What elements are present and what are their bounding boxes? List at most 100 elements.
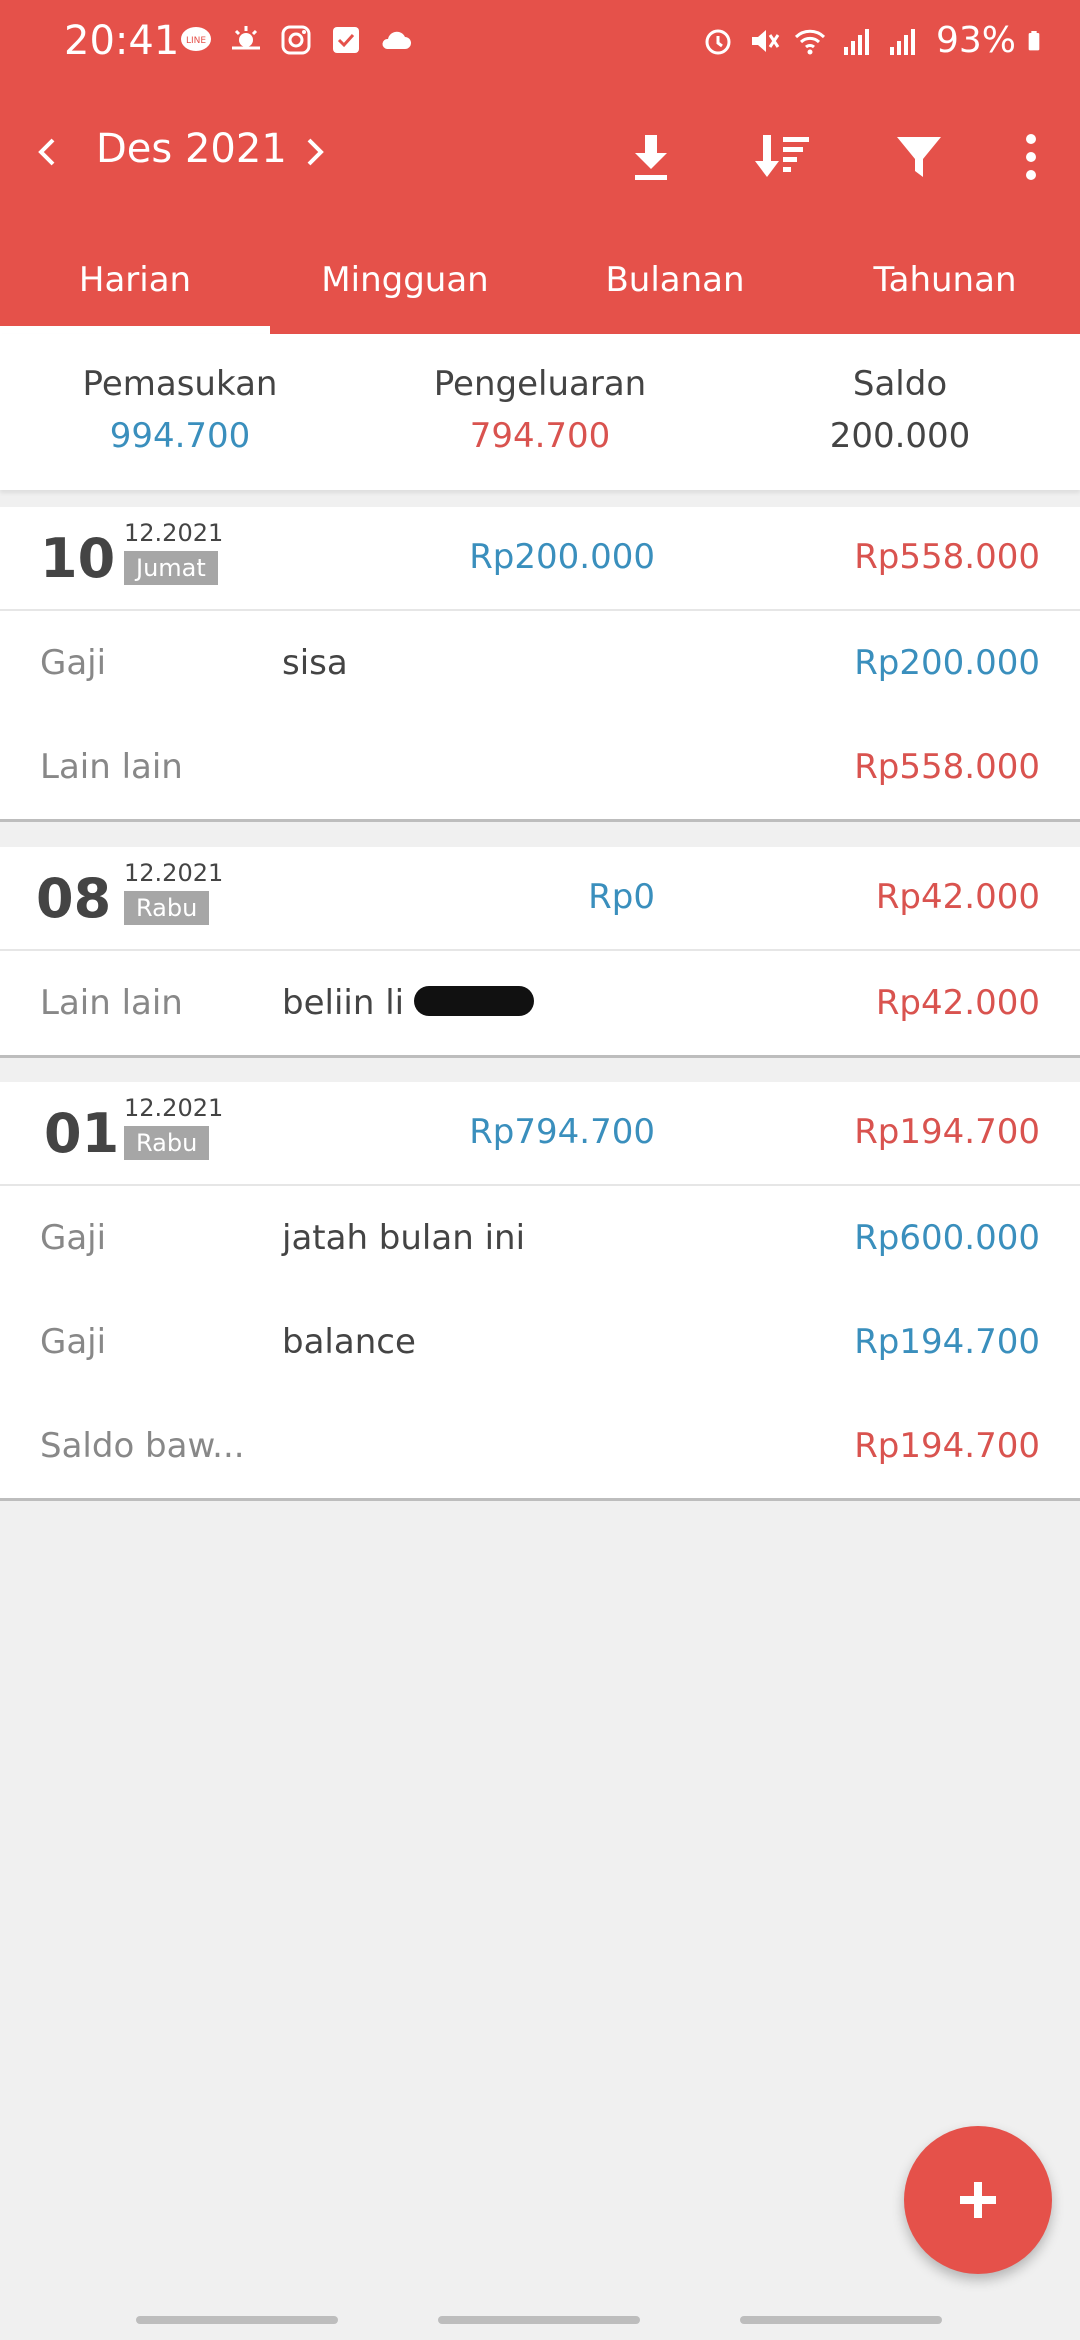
filter-icon xyxy=(897,137,941,177)
download-icon xyxy=(635,135,667,180)
app-bar: Des 2021 xyxy=(0,100,1080,210)
svg-text:LINE: LINE xyxy=(186,36,206,46)
tab-weekly[interactable]: Mingguan xyxy=(270,240,540,334)
day-income: Rp200.000 xyxy=(469,537,655,577)
alarm-icon xyxy=(705,29,731,54)
day-weekday-badge: Jumat xyxy=(124,551,218,585)
transaction-row[interactable]: Gaji jatah bulan ini Rp600.000 xyxy=(0,1186,1080,1290)
transaction-amount: Rp42.000 xyxy=(875,983,1040,1023)
mute-icon xyxy=(751,29,780,52)
day-meta: 12.2021 Rabu xyxy=(124,859,223,925)
sort-icon xyxy=(755,135,809,177)
tab-daily[interactable]: Harian xyxy=(0,240,270,334)
add-transaction-button[interactable] xyxy=(904,2126,1052,2274)
cloud-icon xyxy=(382,31,411,49)
check-icon xyxy=(333,27,359,53)
transaction-note: jatah bulan ini xyxy=(282,1218,526,1258)
transaction-category: Gaji xyxy=(40,1322,107,1362)
transaction-note-text: beliin li xyxy=(282,983,405,1023)
app-header: 20:41 LINE 93% Des 2021 Harian Mingguan … xyxy=(0,0,1080,334)
day-expense: Rp558.000 xyxy=(854,537,1040,577)
day-number: 10 xyxy=(40,527,116,590)
transaction-row[interactable]: Gaji sisa Rp200.000 xyxy=(0,611,1080,715)
line-icon: LINE xyxy=(181,27,211,51)
period-tabs: Harian Mingguan Bulanan Tahunan xyxy=(0,240,1080,334)
expense-total: 794.700 xyxy=(469,416,611,456)
transaction-row[interactable]: Lain lain beliin li Rp42.000 xyxy=(0,951,1080,1055)
notification-icons: LINE xyxy=(178,22,414,58)
day-meta: 12.2021 Rabu xyxy=(124,1094,223,1160)
day-meta: 12.2021 Jumat xyxy=(124,519,223,585)
balance-label: Saldo xyxy=(852,364,948,404)
day-weekday-badge: Rabu xyxy=(124,891,210,925)
signal-icon xyxy=(843,28,869,55)
previous-month-button[interactable] xyxy=(18,122,78,182)
transaction-amount: Rp558.000 xyxy=(854,747,1040,787)
status-time: 20:41 xyxy=(64,18,180,64)
day-month-year: 12.2021 xyxy=(124,519,224,547)
day-expense: Rp42.000 xyxy=(875,877,1040,917)
transaction-note: balance xyxy=(282,1322,416,1362)
transaction-amount: Rp194.700 xyxy=(854,1322,1040,1362)
nav-back-handle[interactable] xyxy=(740,2316,942,2324)
redaction-mark xyxy=(414,985,535,1016)
weather-icon xyxy=(232,26,260,50)
transaction-note: beliin li xyxy=(282,983,535,1023)
summary-bar: Pemasukan 994.700 Pengeluaran 794.700 Sa… xyxy=(0,334,1080,490)
system-icons: 93% xyxy=(700,20,1050,61)
plus-icon xyxy=(960,2182,996,2218)
transaction-amount: Rp200.000 xyxy=(854,643,1040,683)
expense-label: Pengeluaran xyxy=(433,364,647,404)
transaction-row[interactable]: Saldo baw... Rp194.700 xyxy=(0,1394,1080,1498)
expense-summary: Pengeluaran 794.700 xyxy=(360,334,720,490)
day-number: 01 xyxy=(44,1102,120,1165)
status-bar: 20:41 LINE 93% xyxy=(0,0,1080,84)
transaction-category: Gaji xyxy=(40,1218,107,1258)
transaction-amount: Rp600.000 xyxy=(854,1218,1040,1258)
signal-icon xyxy=(889,28,915,55)
day-group: 08 12.2021 Rabu Rp0 Rp42.000 Lain lain b… xyxy=(0,847,1080,1058)
transaction-category: Saldo baw... xyxy=(40,1426,245,1466)
sort-button[interactable] xyxy=(748,122,818,192)
transaction-category: Lain lain xyxy=(40,983,183,1023)
battery-icon xyxy=(1028,30,1040,50)
instagram-icon xyxy=(281,25,311,55)
day-month-year: 12.2021 xyxy=(124,859,224,887)
download-button[interactable] xyxy=(616,122,686,192)
filter-button[interactable] xyxy=(884,122,954,192)
wifi-icon xyxy=(794,29,826,54)
day-number: 08 xyxy=(36,867,112,930)
nav-home-handle[interactable] xyxy=(438,2316,640,2324)
balance-summary: Saldo 200.000 xyxy=(720,334,1080,490)
income-summary: Pemasukan 994.700 xyxy=(0,334,360,490)
more-options-button[interactable] xyxy=(996,122,1066,192)
transaction-row[interactable]: Gaji balance Rp194.700 xyxy=(0,1290,1080,1394)
day-income: Rp0 xyxy=(588,877,655,917)
transaction-category: Gaji xyxy=(40,643,107,683)
tab-monthly[interactable]: Bulanan xyxy=(540,240,810,334)
day-expense: Rp194.700 xyxy=(854,1112,1040,1152)
income-total: 994.700 xyxy=(109,416,251,456)
balance-total: 200.000 xyxy=(829,416,971,456)
day-income: Rp794.700 xyxy=(469,1112,655,1152)
day-group: 10 12.2021 Jumat Rp200.000 Rp558.000 Gaj… xyxy=(0,507,1080,822)
transaction-amount: Rp194.700 xyxy=(854,1426,1040,1466)
more-icon xyxy=(1026,134,1036,180)
day-month-year: 12.2021 xyxy=(124,1094,224,1122)
chevron-left-icon xyxy=(38,138,55,166)
day-header[interactable]: 01 12.2021 Rabu Rp794.700 Rp194.700 xyxy=(0,1082,1080,1186)
transaction-row[interactable]: Lain lain Rp558.000 xyxy=(0,715,1080,819)
day-weekday-badge: Rabu xyxy=(124,1126,210,1160)
day-header[interactable]: 08 12.2021 Rabu Rp0 Rp42.000 xyxy=(0,847,1080,951)
transaction-note: sisa xyxy=(282,643,348,683)
tab-yearly[interactable]: Tahunan xyxy=(810,240,1080,334)
next-month-button[interactable] xyxy=(284,122,344,182)
income-label: Pemasukan xyxy=(82,364,278,404)
day-header[interactable]: 10 12.2021 Jumat Rp200.000 Rp558.000 xyxy=(0,507,1080,611)
battery-percentage: 93% xyxy=(935,20,1016,61)
transaction-category: Lain lain xyxy=(40,747,183,787)
nav-recents-handle[interactable] xyxy=(136,2316,338,2324)
current-month[interactable]: Des 2021 xyxy=(96,126,287,172)
chevron-right-icon xyxy=(307,138,324,166)
day-group: 01 12.2021 Rabu Rp794.700 Rp194.700 Gaji… xyxy=(0,1082,1080,1501)
